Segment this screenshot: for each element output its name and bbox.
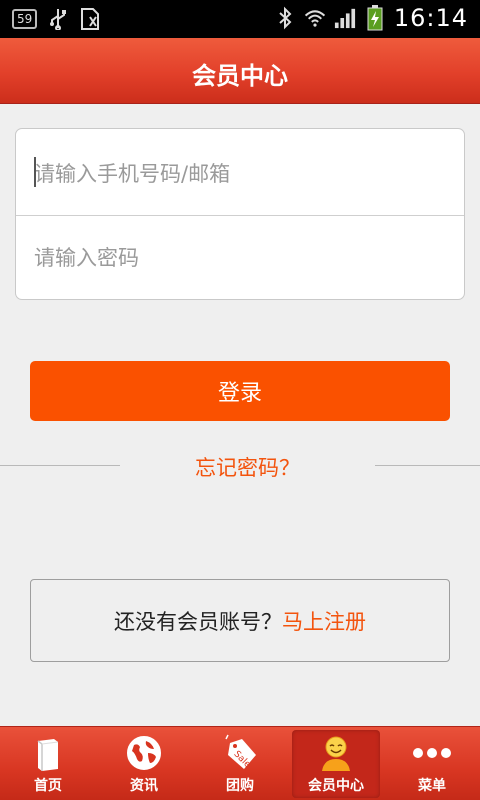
status-bar: 59 16:14 [0, 0, 480, 38]
page-title: 会员中心 [192, 62, 288, 90]
sale-tag-icon: Sale [220, 733, 260, 773]
bottom-tab-bar: 首页 资讯 Sale 团购 会员中心 菜单 [0, 726, 480, 800]
tab-group-buy[interactable]: Sale 团购 [192, 727, 288, 800]
battery-icon [364, 5, 386, 31]
member-icon [316, 733, 356, 773]
more-dots-icon [412, 733, 452, 773]
register-prompt: 还没有会员账号？ [114, 609, 282, 634]
bluetooth-icon [274, 6, 296, 30]
tab-label: 菜单 [418, 778, 446, 794]
login-button[interactable]: 登录 [30, 361, 450, 421]
divider-right [375, 465, 480, 466]
usb-icon [47, 8, 69, 30]
tab-news[interactable]: 资讯 [96, 727, 192, 800]
login-form [15, 128, 465, 300]
book-icon [28, 733, 68, 773]
forgot-password-link[interactable]: 忘记密码？ [120, 452, 375, 482]
globe-icon [124, 733, 164, 773]
sim-card-icon [79, 8, 101, 30]
tab-menu[interactable]: 菜单 [384, 727, 480, 800]
wifi-icon [304, 7, 326, 29]
tab-member-center[interactable]: 会员中心 [288, 727, 384, 800]
text-cursor [34, 157, 36, 187]
tab-label: 资讯 [130, 778, 158, 794]
divider-left [0, 465, 120, 466]
app-header: 会员中心 [0, 38, 480, 104]
tab-label: 团购 [226, 778, 254, 794]
register-box: 还没有会员账号？ 马上注册 [30, 579, 450, 662]
tab-home[interactable]: 首页 [0, 727, 96, 800]
tab-label: 首页 [34, 778, 62, 794]
password-input[interactable] [16, 215, 464, 299]
signal-icon [334, 7, 356, 29]
register-link[interactable]: 马上注册 [282, 606, 366, 636]
notification-count-badge: 59 [12, 9, 38, 29]
tab-label: 会员中心 [308, 778, 364, 794]
clock: 16:14 [393, 4, 468, 32]
phone-email-input[interactable] [16, 131, 464, 216]
